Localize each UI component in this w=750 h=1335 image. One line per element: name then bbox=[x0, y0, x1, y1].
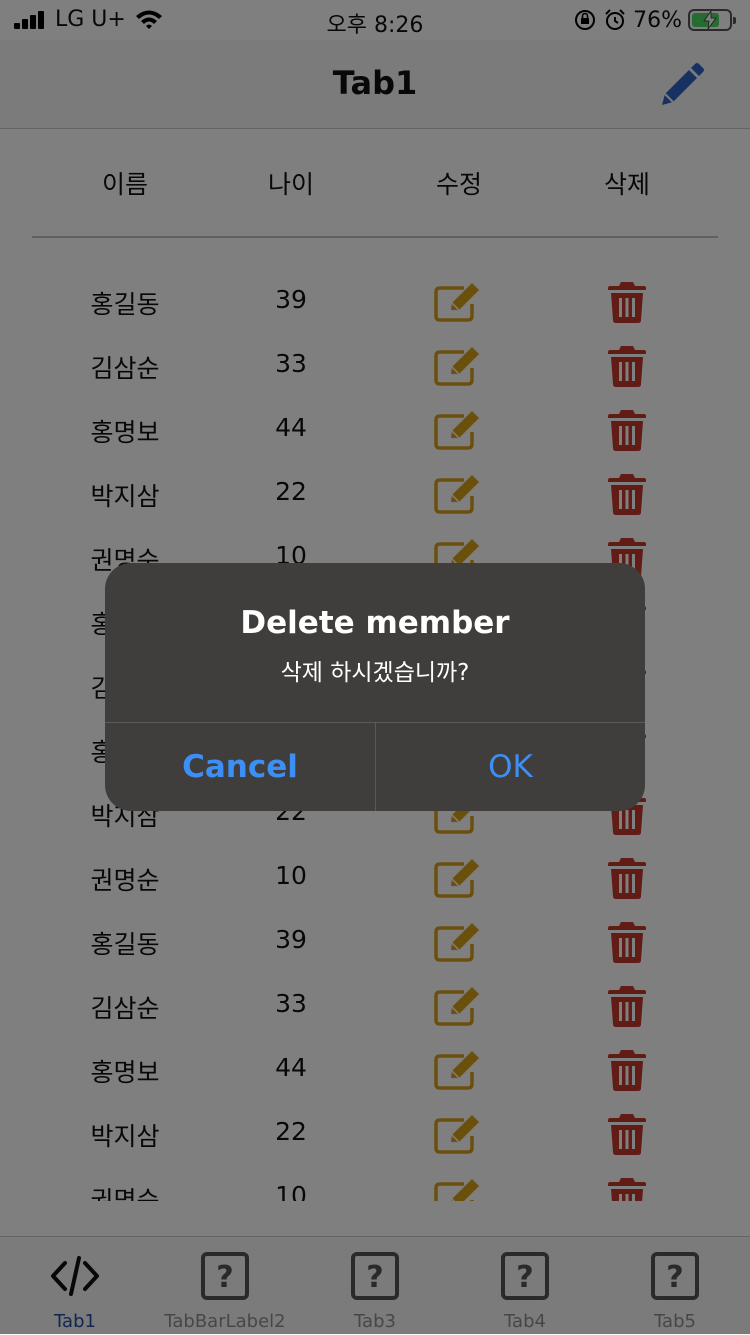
ok-button[interactable]: OK bbox=[376, 723, 645, 811]
cancel-button[interactable]: Cancel bbox=[105, 723, 375, 811]
alert-title: Delete member bbox=[240, 605, 510, 641]
alert-message: 삭제 하시겠습니까? bbox=[280, 660, 470, 686]
delete-alert-dialog: Delete member 삭제 하시겠습니까? Cancel OK bbox=[105, 563, 645, 811]
